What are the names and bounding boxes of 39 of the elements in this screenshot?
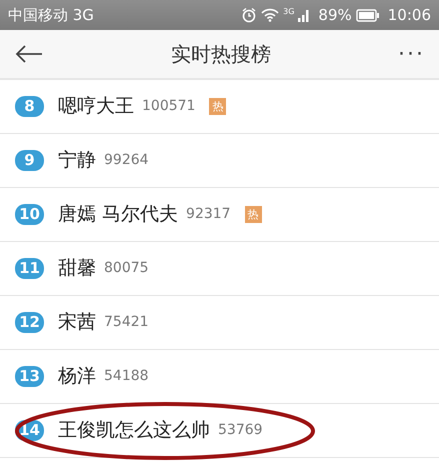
topic-name: 唐嫣 马尔代夫 [58, 202, 178, 228]
search-count: 92317 [186, 205, 231, 224]
search-count: 75421 [104, 313, 149, 332]
topic-name: 宋茜 [58, 310, 96, 336]
carrier-name: 中国移动 3G [8, 4, 94, 26]
topic-name: 王俊凯怎么这么帅 [58, 418, 210, 444]
rank-badge: 8 [15, 96, 44, 117]
battery-percent: 89% [318, 4, 352, 26]
signal-icon [298, 8, 310, 22]
topic-name: 嗯哼大王 [58, 94, 134, 120]
search-count: 99264 [104, 151, 149, 170]
rank-badge: 10 [15, 204, 44, 225]
list-item[interactable]: 10 唐嫣 马尔代夫 92317 热 [0, 188, 439, 242]
wifi-icon [261, 8, 280, 22]
list-item[interactable]: 11 甜馨 80075 [0, 242, 439, 296]
list-item[interactable]: 9 宁静 99264 [0, 134, 439, 188]
network-label: 3G [283, 8, 294, 16]
hot-tag: 热 [209, 98, 226, 115]
alarm-icon [241, 7, 258, 23]
list-item[interactable]: 12 宋茜 75421 [0, 296, 439, 350]
topic-name: 甜馨 [58, 256, 96, 282]
rank-badge: 12 [15, 312, 44, 333]
rank-badge: 13 [15, 366, 44, 387]
list-item[interactable]: 8 嗯哼大王 100571 热 [0, 80, 439, 134]
topic-name: 杨洋 [58, 364, 96, 390]
rank-badge: 9 [15, 150, 44, 171]
back-icon[interactable] [14, 44, 44, 64]
topic-name: 宁静 [58, 148, 96, 174]
search-count: 54188 [104, 367, 149, 386]
search-count: 100571 [142, 97, 196, 116]
clock-time: 10:06 [388, 4, 431, 26]
hot-tag: 热 [244, 206, 262, 223]
rank-badge: 11 [15, 258, 44, 279]
list-item[interactable]: 13 杨洋 54188 [0, 350, 439, 404]
battery-icon [356, 8, 380, 22]
search-count: 53769 [218, 421, 263, 440]
search-count: 80075 [104, 259, 149, 278]
page-title: 实时热搜榜 [171, 42, 271, 66]
more-button[interactable]: ··· [398, 38, 425, 70]
